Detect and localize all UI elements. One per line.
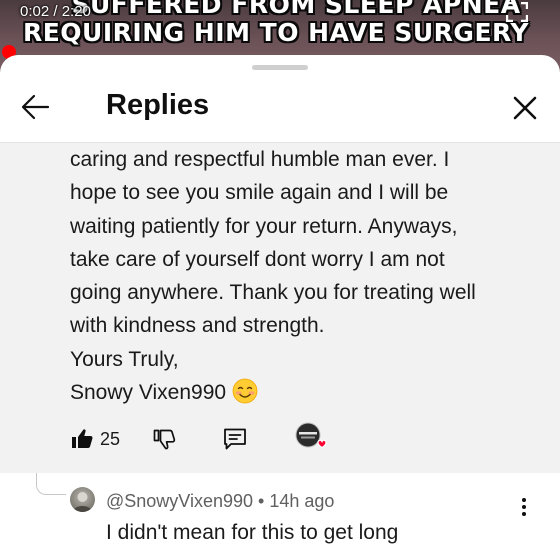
fullscreen-icon[interactable] (506, 2, 528, 22)
parent-comment: caring and respectful humble man ever. I… (0, 143, 560, 473)
sheet-header: Replies (0, 75, 560, 143)
thumbs-up-filled-icon (72, 429, 93, 448)
replies-sheet: Replies caring and respectful humble man… (0, 55, 560, 560)
reply-comment: @SnowyVixen990 • 14h ago I didn't mean f… (0, 473, 560, 560)
drag-handle[interactable] (252, 65, 308, 70)
more-vertical-icon (522, 498, 526, 516)
user-avatar-icon (73, 492, 92, 512)
thread-connector (36, 473, 66, 495)
close-button[interactable] (508, 91, 542, 125)
comment-line: caring and respectful humble man ever. I (70, 148, 450, 171)
comment-signature-line: Snowy Vixen990 (70, 376, 540, 409)
like-count: 25 (100, 428, 121, 449)
like-button[interactable]: 25 (70, 423, 120, 455)
comment-actions: 25 (70, 421, 540, 457)
meta-separator: • (253, 491, 270, 511)
video-caption-line-1: SUFFERED FROM SLEEP APNEA (71, 0, 521, 19)
comment-line: with kindness and strength. (70, 314, 325, 338)
reply-button[interactable] (222, 423, 248, 455)
close-icon (513, 96, 537, 120)
comment-signature: Snowy Vixen990 (70, 381, 227, 405)
more-options-button[interactable] (512, 495, 536, 519)
reply-author[interactable]: @SnowyVixen990 (106, 491, 253, 511)
avatar[interactable] (70, 487, 95, 512)
reply-author-line: @SnowyVixen990 • 14h ago (106, 491, 334, 512)
back-button[interactable] (18, 89, 54, 125)
comment-line: Yours Truly, (70, 347, 179, 371)
reply-text: I didn't mean for this to get long (106, 521, 399, 544)
creator-avatar-heart-icon (295, 422, 327, 449)
video-caption-line-2: REQUIRING HIM TO HAVE SURGERY (22, 18, 530, 47)
reply-time: 14h ago (269, 491, 335, 511)
arrow-left-icon (21, 94, 50, 120)
comment-reply-icon (224, 428, 246, 450)
comment-line: hope to see you smile again and I will b… (70, 181, 449, 205)
creator-heart-badge[interactable] (294, 421, 328, 455)
dislike-button[interactable] (152, 423, 176, 455)
comment-line: take care of yourself dont worry I am no… (70, 247, 445, 271)
video-timecode: 0:02 / 2:20 (20, 3, 91, 20)
comment-line: going anywhere. Thank you for treating w… (70, 281, 476, 305)
thumbs-down-icon (153, 429, 176, 450)
page-title: Replies (106, 89, 210, 121)
comment-line: waiting patiently for your return. Anywa… (70, 214, 458, 238)
smiling-face-emoji-icon (232, 378, 258, 404)
comment-text: caring and respectful humble man ever. I… (70, 143, 540, 409)
